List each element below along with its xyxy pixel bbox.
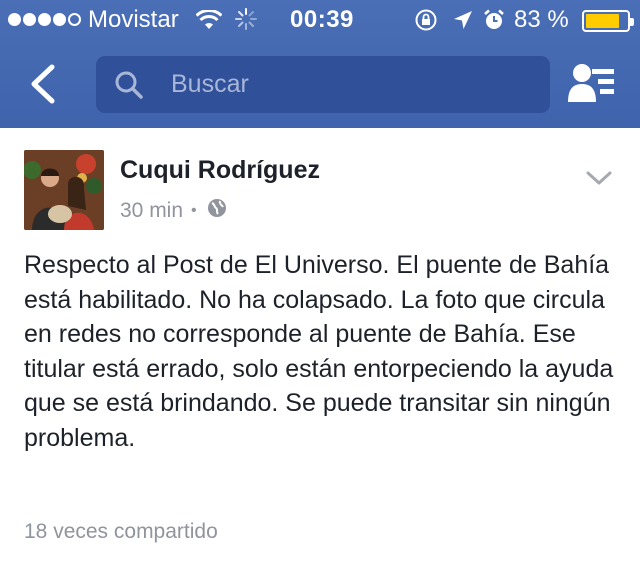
alarm-icon	[482, 8, 506, 39]
post-body: Respecto al Post de El Universo. El puen…	[24, 251, 614, 452]
clock: 00:39	[290, 6, 354, 33]
friend-requests-icon[interactable]	[568, 62, 618, 109]
chevron-down-icon[interactable]	[586, 170, 612, 191]
post-author[interactable]: Cuqui Rodríguez	[120, 156, 320, 185]
avatar[interactable]	[24, 150, 104, 230]
signal-strength-icon	[8, 13, 81, 26]
back-chevron-icon[interactable]	[26, 64, 62, 104]
battery-icon	[582, 10, 634, 32]
globe-icon	[207, 198, 227, 224]
carrier-name: Movistar	[88, 6, 179, 33]
search-icon	[114, 70, 144, 105]
post-meta: 30 min •	[120, 198, 227, 224]
feed-post: Cuqui Rodríguez 30 min • Respecto al Pos…	[0, 128, 640, 570]
search-placeholder: Buscar	[171, 70, 249, 98]
battery-percentage: 83 %	[514, 6, 569, 33]
location-arrow-icon	[452, 9, 474, 38]
rotation-lock-icon	[414, 8, 438, 39]
activity-spinner-icon	[234, 7, 258, 38]
battery-level	[586, 14, 620, 28]
share-count[interactable]: 18 veces compartido	[24, 520, 218, 544]
navigation-header: Movistar 00:39 83 % Buscar	[0, 0, 640, 128]
post-timestamp[interactable]: 30 min	[120, 199, 183, 223]
wifi-icon	[195, 8, 223, 37]
status-bar: Movistar 00:39 83 %	[0, 0, 640, 42]
search-input[interactable]: Buscar	[96, 56, 550, 113]
meta-separator: •	[191, 202, 197, 219]
